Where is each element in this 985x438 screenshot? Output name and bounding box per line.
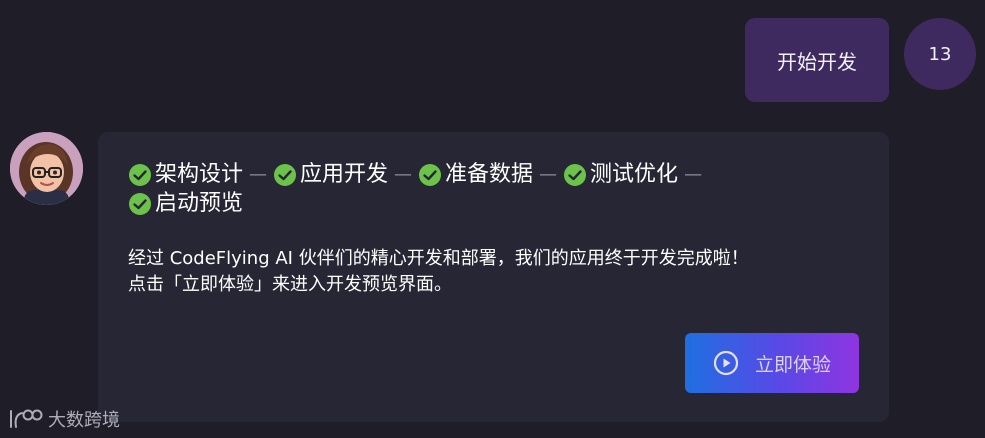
check-circle-icon	[419, 163, 442, 186]
step-item: 准备数据	[418, 160, 533, 189]
progress-steps-row-2: 启动预览	[128, 189, 828, 218]
assistant-message-card: 架构设计 — 应用开发 — 准备数据 — 测试优化 — 启动预览 经过 Code…	[98, 132, 889, 422]
assistant-message-line: 经过 CodeFlying AI 伙伴们的精心开发和部署，我们的应用终于开发完成…	[128, 248, 749, 269]
assistant-avatar	[10, 132, 83, 205]
assistant-message-text: 经过 CodeFlying AI 伙伴们的精心开发和部署，我们的应用终于开发完成…	[128, 246, 868, 298]
check-circle-icon	[129, 192, 151, 215]
watermark: 大数跨境	[8, 406, 120, 432]
progress-steps: 架构设计 — 应用开发 — 准备数据 — 测试优化 — 启动预览	[128, 160, 828, 218]
check-circle-icon	[564, 163, 587, 186]
step-separator: —	[684, 164, 703, 185]
step-separator: —	[249, 164, 268, 185]
user-avatar-text: 13	[928, 43, 952, 65]
chat-view: 开始开发 13 架构设计 — 应用开发 — 准备数据 — 测试优化 — 启动预览…	[0, 0, 985, 438]
assistant-message-line: 点击「立即体验」来进入开发预览界面。	[128, 274, 452, 295]
check-circle-icon	[129, 163, 151, 186]
step-item: 架构设计	[128, 160, 243, 189]
watermark-text: 大数跨境	[48, 410, 120, 431]
step-label: 准备数据	[445, 162, 534, 187]
step-separator: —	[394, 164, 413, 185]
play-circle-icon	[713, 350, 739, 376]
try-now-label: 立即体验	[754, 353, 831, 376]
step-item: 启动预览	[128, 189, 243, 218]
check-circle-icon	[274, 163, 297, 186]
user-avatar[interactable]: 13	[904, 18, 976, 90]
step-item: 测试优化	[563, 160, 678, 189]
step-label: 架构设计	[155, 162, 244, 187]
progress-steps-row-1: 架构设计 — 应用开发 — 准备数据 — 测试优化 —	[128, 160, 828, 189]
step-separator: —	[539, 164, 558, 185]
step-label: 启动预览	[155, 191, 244, 216]
try-now-button[interactable]: 立即体验	[685, 333, 859, 393]
user-message-bubble: 开始开发	[745, 18, 889, 102]
user-message-text: 开始开发	[777, 49, 857, 74]
assistant-avatar-illustration	[10, 132, 83, 205]
step-item: 应用开发	[273, 160, 388, 189]
step-label: 测试优化	[590, 162, 679, 187]
logo-icon	[10, 409, 43, 428]
step-label: 应用开发	[300, 162, 389, 187]
